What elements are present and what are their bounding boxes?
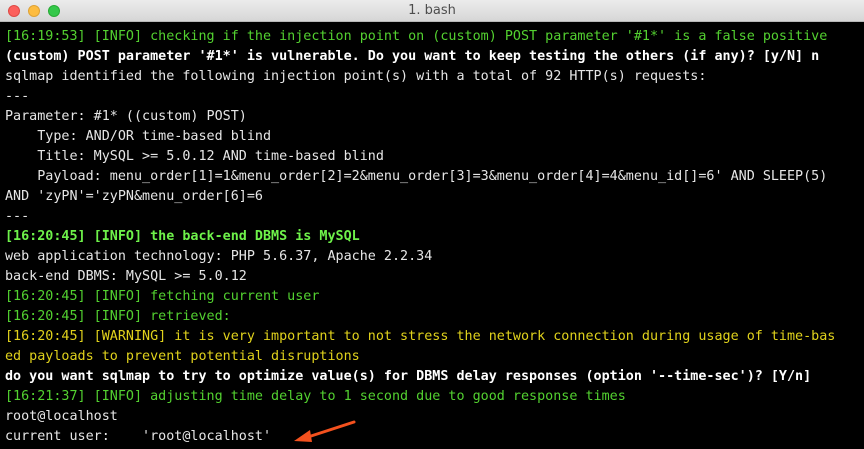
terminal-line: back-end DBMS: MySQL >= 5.0.12 (5, 269, 247, 284)
terminal-line: [16:21:37] [INFO] adjusting time delay t… (5, 389, 626, 404)
terminal-line: (custom) POST parameter '#1*' is vulnera… (5, 49, 820, 64)
terminal-line: [16:20:45] [INFO] retrieved: (5, 309, 231, 324)
terminal-line: [16:19:53] [INFO] checking if the inject… (5, 29, 828, 44)
terminal-output[interactable]: [16:19:53] [INFO] checking if the inject… (5, 27, 861, 447)
terminal-line: do you want sqlmap to try to optimize va… (5, 369, 812, 384)
terminal-line: Parameter: #1* ((custom) POST) (5, 109, 247, 124)
terminal-line: Payload: menu_order[1]=1&menu_order[2]=2… (5, 169, 828, 184)
terminal-line: ed payloads to prevent potential disrupt… (5, 349, 360, 364)
terminal-line: Type: AND/OR time-based blind (5, 129, 272, 144)
terminal-line: [16:20:45] [INFO] fetching current user (5, 289, 320, 304)
terminal-line: sqlmap identified the following injectio… (5, 69, 707, 84)
window-titlebar: 1. bash (0, 0, 864, 22)
terminal-line: Title: MySQL >= 5.0.12 AND time-based bl… (5, 149, 384, 164)
terminal-line: web application technology: PHP 5.6.37, … (5, 249, 433, 264)
terminal-line: --- (5, 89, 30, 104)
terminal-line: --- (5, 209, 30, 224)
terminal-line: AND 'zyPN'='zyPN&menu_order[6]=6 (5, 189, 263, 204)
terminal-line: [16:20:45] [INFO] the back-end DBMS is M… (5, 229, 360, 244)
annotation-arrow-icon (294, 420, 356, 442)
terminal-line: root@localhost (5, 409, 118, 424)
window-title: 1. bash (408, 3, 456, 18)
terminal-line: current user: 'root@localhost' (5, 429, 272, 444)
terminal-line: [16:20:45] [WARNING] it is very importan… (5, 329, 836, 344)
